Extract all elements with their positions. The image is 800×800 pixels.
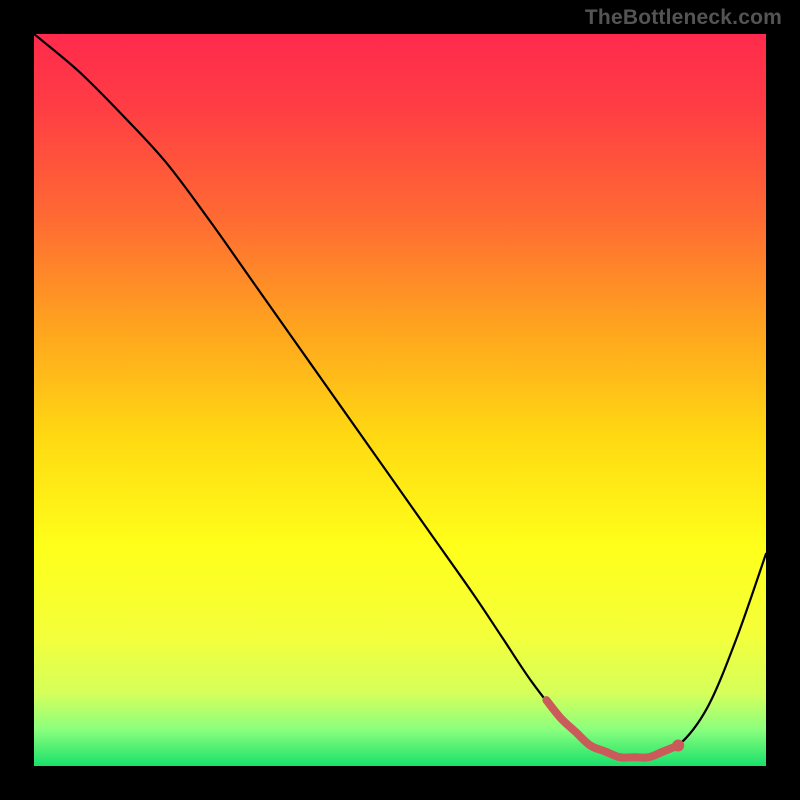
optimal-range-highlight [546, 700, 678, 758]
curve-layer [34, 34, 766, 766]
highlight-end-dot [672, 740, 684, 752]
chart-frame: TheBottleneck.com [0, 0, 800, 800]
bottleneck-curve [34, 34, 766, 759]
watermark-text: TheBottleneck.com [585, 6, 782, 30]
plot-area [34, 34, 766, 766]
